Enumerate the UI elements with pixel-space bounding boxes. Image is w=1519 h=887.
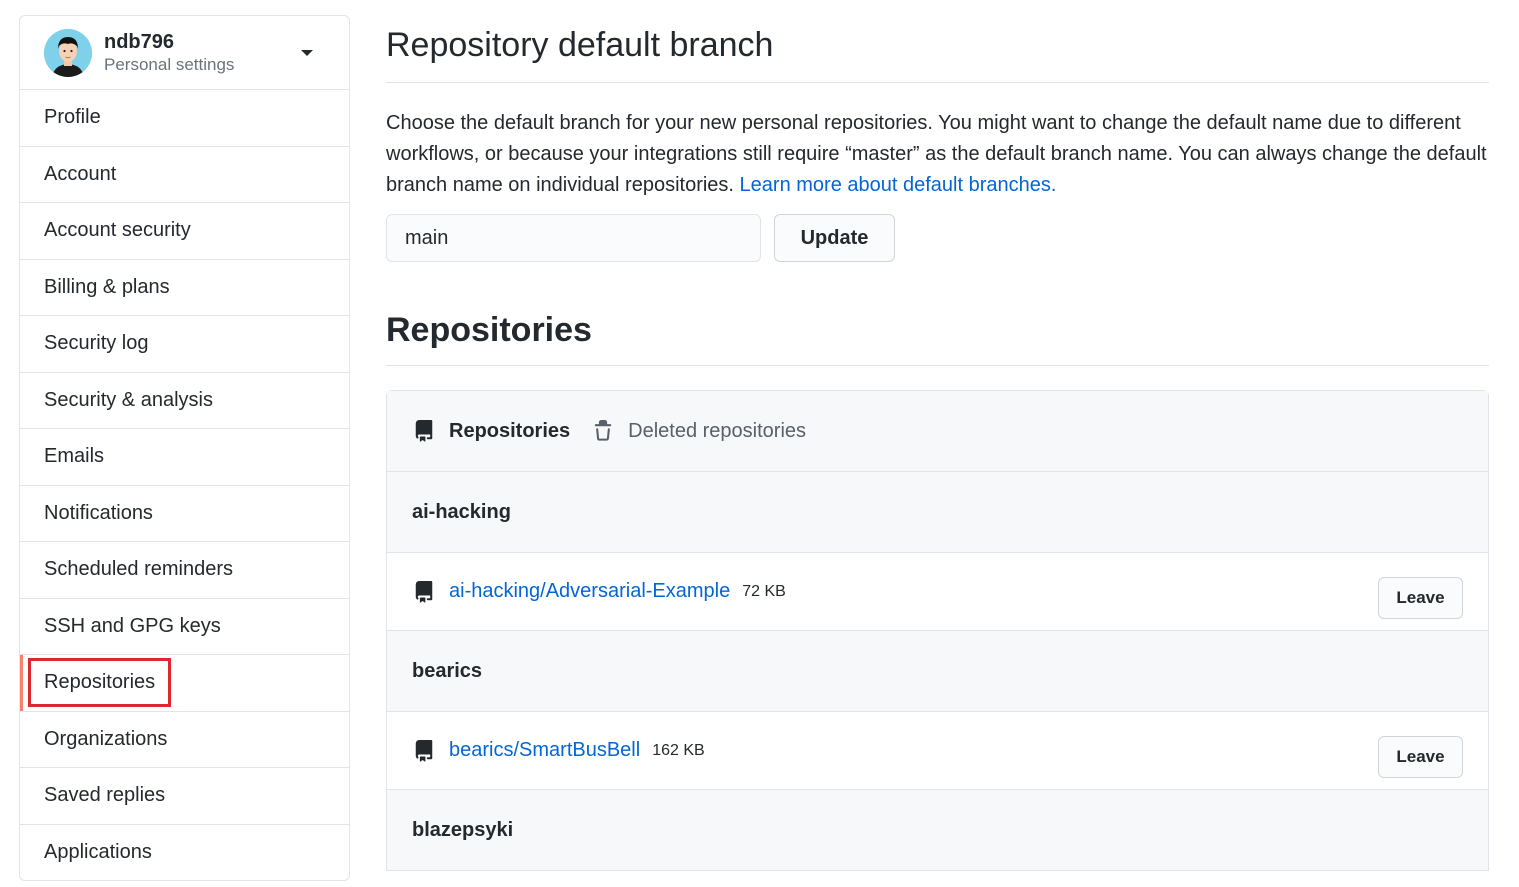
account-switcher[interactable]: ndb796 Personal settings <box>20 16 349 90</box>
repo-link[interactable]: bearics/SmartBusBell <box>449 739 640 762</box>
repositories-heading: Repositories <box>386 300 1489 366</box>
sidebar-item-saved-replies[interactable]: Saved replies <box>20 768 349 825</box>
sidebar-item-label: Profile <box>44 106 101 129</box>
sidebar-item-profile[interactable]: Profile <box>20 90 349 147</box>
repo-size: 72 KB <box>742 582 786 600</box>
sidebar-item-applications[interactable]: Applications <box>20 825 349 881</box>
sidebar-item-label: Applications <box>44 841 152 864</box>
org-header: bearics <box>387 631 1488 712</box>
main-content: Repository default branch Choose the def… <box>386 15 1489 871</box>
tab-repositories[interactable]: Repositories <box>413 419 570 443</box>
repo-size: 162 KB <box>652 741 705 759</box>
sidebar-item-label: Security & analysis <box>44 388 213 411</box>
sidebar-item-label: Notifications <box>44 501 153 524</box>
sidebar-item-repositories[interactable]: Repositories <box>20 655 349 712</box>
org-header: blazepsyki <box>387 790 1488 871</box>
settings-sidebar: ndb796 Personal settings Profile Account… <box>19 15 350 881</box>
sidebar-item-ssh-gpg-keys[interactable]: SSH and GPG keys <box>20 599 349 655</box>
repo-row: ai-hacking/Adversarial-Example 72 KB Lea… <box>387 553 1488 631</box>
sidebar-item-account-security[interactable]: Account security <box>20 203 349 260</box>
sidebar-item-label: Scheduled reminders <box>44 558 233 581</box>
sidebar-item-label: SSH and GPG keys <box>44 614 221 637</box>
default-branch-heading: Repository default branch <box>386 15 1489 83</box>
sidebar-item-security-log[interactable]: Security log <box>20 316 349 373</box>
sidebar-item-label: Account <box>44 162 117 185</box>
tab-label: Deleted repositories <box>628 419 807 442</box>
tab-label: Repositories <box>449 419 571 442</box>
sidebar-item-organizations[interactable]: Organizations <box>20 712 349 768</box>
tab-deleted-repositories[interactable]: Deleted repositories <box>592 419 806 443</box>
sidebar-item-label: Security log <box>44 332 149 355</box>
sidebar-item-label: Repositories <box>27 658 172 708</box>
repo-icon <box>413 419 435 443</box>
sidebar-item-security-analysis[interactable]: Security & analysis <box>20 373 349 429</box>
leave-button[interactable]: Leave <box>1378 736 1463 778</box>
org-header: ai-hacking <box>387 472 1488 553</box>
chevron-down-icon[interactable] <box>301 50 313 56</box>
sidebar-item-label: Emails <box>44 445 105 468</box>
learn-more-link[interactable]: Learn more about default branches. <box>740 174 1057 196</box>
sidebar-item-emails[interactable]: Emails <box>20 429 349 486</box>
update-button[interactable]: Update <box>774 214 895 262</box>
sidebar-item-scheduled-reminders[interactable]: Scheduled reminders <box>20 542 349 599</box>
default-branch-input[interactable] <box>386 214 761 262</box>
leave-button[interactable]: Leave <box>1378 577 1463 619</box>
repositories-tabs: Repositories Deleted repositories <box>387 391 1488 472</box>
sidebar-item-label: Account security <box>44 219 191 242</box>
sidebar-item-label: Organizations <box>44 727 168 750</box>
sidebar-item-label: Saved replies <box>44 784 166 807</box>
sidebar-item-account[interactable]: Account <box>20 147 349 203</box>
default-branch-form: Update <box>386 214 1489 262</box>
sidebar-item-notifications[interactable]: Notifications <box>20 486 349 542</box>
repo-icon <box>413 739 435 763</box>
repositories-box: Repositories Deleted repositories ai-hac… <box>386 390 1489 871</box>
repo-icon <box>413 580 435 604</box>
avatar <box>44 28 92 77</box>
personal-settings-label: Personal settings <box>104 54 235 74</box>
repo-row: bearics/SmartBusBell 162 KB Leave <box>387 712 1488 790</box>
repo-link[interactable]: ai-hacking/Adversarial-Example <box>449 580 730 603</box>
sidebar-item-label: Billing & plans <box>44 275 170 298</box>
default-branch-description: Choose the default branch for your new p… <box>386 108 1489 201</box>
sidebar-item-billing-plans[interactable]: Billing & plans <box>20 260 349 316</box>
trash-icon <box>592 419 614 443</box>
username: ndb796 <box>104 30 175 53</box>
